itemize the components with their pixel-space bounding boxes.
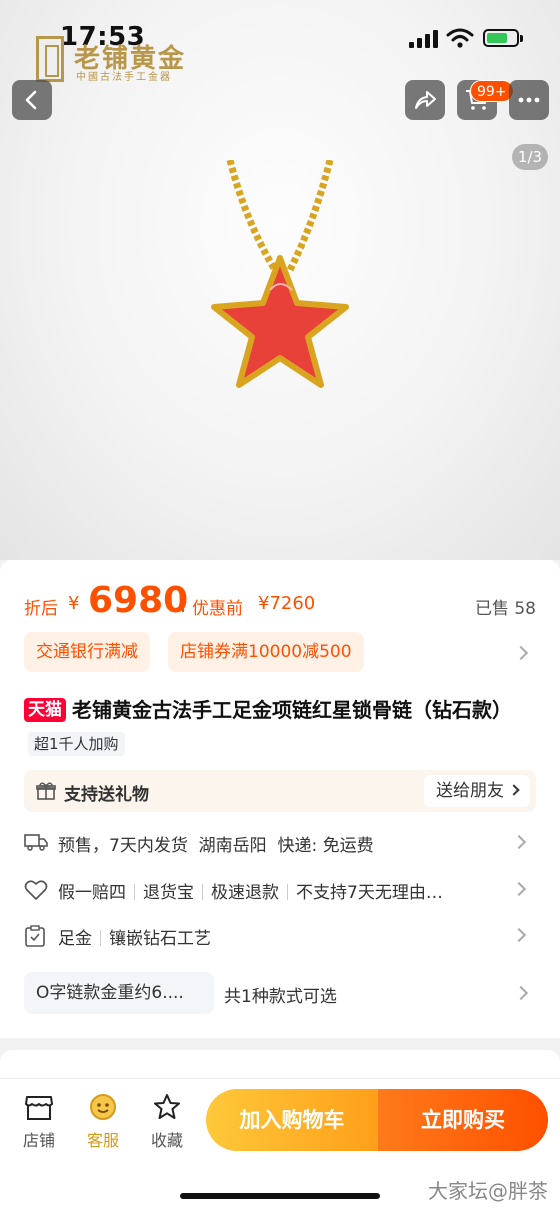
price-separator <box>182 594 184 612</box>
clipboard-check-icon <box>25 925 45 947</box>
buy-now-button[interactable]: 立即购买 <box>378 1089 548 1151</box>
brand-tagline: 中國古法手工金器 <box>76 72 172 83</box>
product-info-card: 折后 ¥ 6980 优惠前 ¥7260 已售 58 交通银行满减 店铺券满100… <box>0 560 560 1038</box>
favorite-label: 收藏 <box>150 1131 183 1150</box>
shipping-row[interactable]: 预售，7天内发货 湖南岳阳 快递: 免运费 <box>24 828 536 858</box>
back-button[interactable] <box>12 80 52 120</box>
hot-tag: 超1千人加购 <box>28 732 125 756</box>
guarantee-item: 极速退款 <box>211 883 279 903</box>
send-to-friend-button[interactable]: 送给朋友 <box>424 775 530 807</box>
presale-text: 预售，7天内发货 <box>58 836 188 856</box>
battery-icon <box>483 29 523 47</box>
customer-service-label: 客服 <box>86 1131 119 1150</box>
chevron-left-icon <box>25 90 37 110</box>
heart-icon <box>24 880 48 900</box>
share-button[interactable] <box>405 80 445 120</box>
product-title: 老铺黄金古法手工足金项链红星锁骨链（钻石款） <box>72 698 512 722</box>
brand-mark-icon <box>36 36 64 82</box>
product-title-block: 天猫 老铺黄金古法手工足金项链红星锁骨链（钻石款） 超1千人加购 <box>24 694 524 758</box>
chevron-right-icon <box>508 784 520 796</box>
wifi-icon <box>446 28 474 48</box>
gift-row: 支持送礼物 送给朋友 <box>24 770 536 812</box>
next-section-card <box>0 1050 560 1080</box>
sold-count: 已售 58 <box>474 599 536 619</box>
customer-service-tab[interactable]: 客服 <box>78 1093 128 1151</box>
chevron-right-icon[interactable] <box>513 985 529 1001</box>
image-counter: 1/3 <box>512 144 548 170</box>
price-row: 折后 ¥ 6980 优惠前 ¥7260 已售 58 <box>24 580 536 622</box>
more-button[interactable] <box>509 80 549 120</box>
spec-count: 共1种款式可选 <box>224 987 337 1007</box>
promo-shop-coupon[interactable]: 店铺券满10000减500 <box>168 632 364 672</box>
watermark: 大家坛@胖茶 <box>428 1179 548 1203</box>
chevron-right-icon <box>511 927 527 943</box>
attribute-item: 足金 <box>58 929 92 949</box>
cart-count-badge: 99+ <box>470 80 514 102</box>
attribute-item: 镶嵌钻石工艺 <box>109 929 211 949</box>
guarantee-row[interactable]: 假一赔四 退货宝 极速退款 不支持7天无理由… <box>24 875 536 905</box>
spec-option-chip[interactable]: O字链款金重约6.... <box>24 972 214 1014</box>
share-icon <box>415 91 436 109</box>
price-amount: 6980 <box>88 580 189 621</box>
price-currency: ¥ <box>68 593 80 614</box>
chevron-right-icon[interactable] <box>513 645 529 661</box>
shop-label: 店铺 <box>22 1131 55 1150</box>
promo-bank-discount[interactable]: 交通银行满减 <box>24 632 150 672</box>
express-text: 快递: 免运费 <box>277 836 374 856</box>
shop-tab[interactable]: 店铺 <box>14 1093 64 1151</box>
attributes-row[interactable]: 足金 镶嵌钻石工艺 <box>24 921 536 951</box>
star-pendant-image <box>211 160 349 388</box>
original-price-label: 优惠前 <box>192 599 243 619</box>
send-to-friend-label: 送给朋友 <box>436 781 504 801</box>
original-price: ¥7260 <box>258 593 316 614</box>
guarantee-item: 退货宝 <box>143 883 194 903</box>
price-prefix: 折后 <box>24 599 58 619</box>
customer-service-icon <box>90 1094 116 1120</box>
brand-logo: 老铺黄金 中國古法手工金器 <box>36 36 206 86</box>
tmall-tag: 天猫 <box>24 698 66 722</box>
star-icon <box>154 1094 180 1119</box>
favorite-tab[interactable]: 收藏 <box>142 1093 192 1151</box>
chevron-right-icon <box>511 881 527 897</box>
gift-label: 支持送礼物 <box>64 785 149 805</box>
store-icon <box>25 1096 53 1120</box>
home-indicator[interactable] <box>180 1193 380 1199</box>
bottom-action-bar: 店铺 客服 收藏 加入购物车 立即购买 大家坛@胖茶 <box>0 1078 560 1212</box>
guarantee-item: 假一赔四 <box>58 883 126 903</box>
guarantee-item: 不支持7天无理由… <box>296 883 443 903</box>
origin-text: 湖南岳阳 <box>198 836 267 856</box>
add-to-cart-button[interactable]: 加入购物车 <box>206 1089 378 1151</box>
cellular-signal-icon <box>409 30 439 48</box>
chevron-right-icon <box>511 834 527 850</box>
truck-icon <box>24 834 48 851</box>
product-image-carousel[interactable]: 17:53 老铺黄金 中國古法手工金器 99+ 1/3 <box>0 0 560 560</box>
gift-icon <box>36 782 56 800</box>
more-dots-icon <box>518 97 540 103</box>
section-divider <box>0 1038 560 1050</box>
